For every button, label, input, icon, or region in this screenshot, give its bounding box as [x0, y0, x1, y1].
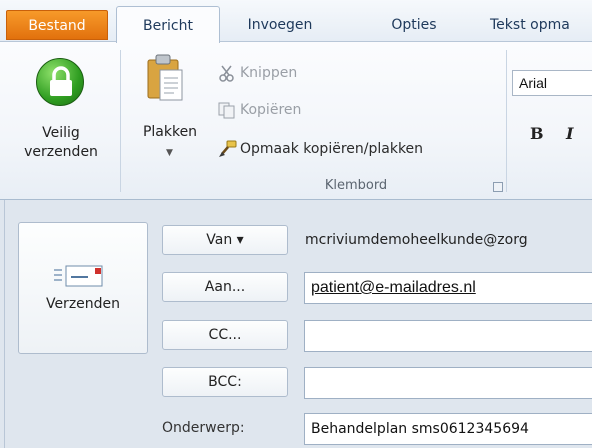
plakken-label: Plakken [142, 124, 198, 140]
bold-button[interactable]: B [530, 124, 544, 143]
van-button[interactable]: Van ▾ [162, 225, 288, 255]
subject-label: Onderwerp: [162, 420, 245, 436]
to-recipient: patient@e-mailadres.nl [311, 279, 476, 296]
copy-icon [218, 101, 236, 119]
verzenden-label: Verzenden [45, 296, 121, 312]
knippen-label: Knippen [240, 65, 298, 81]
opmaak-label: Opmaak kopiëren/plakken [240, 141, 424, 157]
font-name-box[interactable]: Arial [512, 70, 592, 96]
clipboard-icon [146, 52, 186, 106]
kopieren-label: Kopiëren [240, 102, 302, 118]
lock-icon [36, 58, 84, 106]
tab-bestand[interactable]: Bestand [6, 10, 108, 40]
kopieren-button[interactable]: Kopiëren [218, 99, 301, 121]
ribbon-tab-bar: Bestand Bericht Invoegen Opties Tekst op… [0, 0, 592, 43]
scissors-icon [218, 64, 236, 82]
ribbon-separator [120, 50, 121, 192]
chevron-down-icon: ▼ [166, 148, 173, 158]
knippen-button[interactable]: Knippen [218, 62, 297, 84]
to-field[interactable]: patient@e-mailadres.nl [304, 272, 592, 304]
tab-tekst-opmaak[interactable]: Tekst opma [490, 10, 592, 42]
bcc-field[interactable] [304, 367, 592, 399]
veilig-label-line2: verzenden [24, 144, 98, 160]
from-address: mcriviumdemoheelkunde@zorg [305, 232, 528, 248]
veilig-label-line1: Veilig [42, 125, 80, 141]
bcc-button[interactable]: BCC: [162, 367, 288, 397]
tab-bericht[interactable]: Bericht [116, 6, 220, 43]
opmaak-kopieren-button[interactable]: Opmaak kopiëren/plakken [218, 138, 423, 160]
format-painter-icon [218, 140, 237, 158]
cc-button[interactable]: CC... [162, 320, 288, 350]
ribbon-separator [506, 50, 507, 192]
klembord-group-label: Klembord [324, 178, 388, 193]
tab-opties[interactable]: Opties [384, 10, 444, 42]
cc-field[interactable] [304, 320, 592, 352]
aan-button[interactable]: Aan... [162, 272, 288, 302]
send-mail-icon [52, 264, 112, 292]
tab-invoegen[interactable]: Invoegen [244, 10, 316, 42]
dialog-launcher-icon[interactable] [493, 182, 503, 192]
italic-button[interactable]: I [566, 124, 573, 143]
subject-field[interactable]: Behandelplan sms0612345694 [304, 413, 592, 445]
